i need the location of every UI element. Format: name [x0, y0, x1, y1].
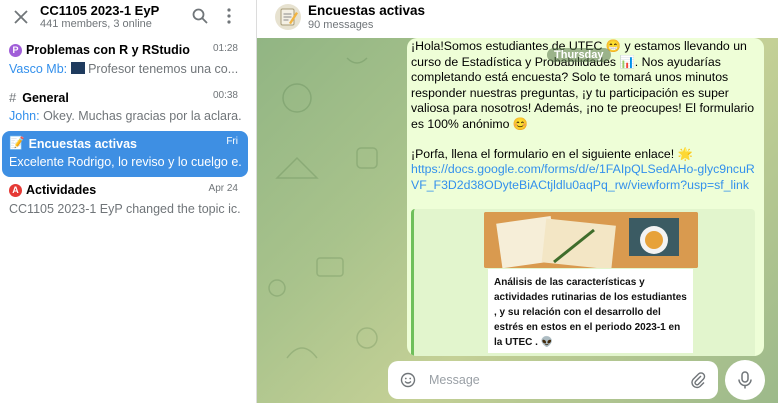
message-input[interactable]: Message	[429, 373, 480, 387]
topic-preview: Profesor tenemos una co...	[88, 62, 239, 76]
message-bubble: ¡Hola!Somos estudiantes de UTEC 😁 y esta…	[407, 38, 764, 356]
chat-avatar	[275, 4, 301, 30]
topics-header: CC1105 2023-1 EyP 441 members, 3 online	[0, 0, 256, 38]
thumbnail-icon	[70, 62, 85, 74]
red-a-icon: A	[9, 183, 22, 197]
preview-image	[484, 212, 698, 268]
attach-icon[interactable]	[690, 371, 706, 389]
microphone-icon	[738, 371, 752, 389]
close-icon[interactable]	[12, 8, 30, 26]
topic-sender: Vasco Mb:	[9, 62, 68, 76]
telegram-app: CC1105 2023-1 EyP 441 members, 3 online …	[0, 0, 778, 403]
preview-card: Análisis de las características y activi…	[488, 269, 693, 353]
topic-sender: John:	[9, 109, 40, 123]
purple-circle-icon: P	[9, 43, 22, 57]
topic-date: 00:38	[212, 90, 238, 101]
survey-link[interactable]: https://docs.google.com/forms/d/e/1FAIpQ…	[411, 162, 755, 192]
chat-title: Encuestas activas	[308, 3, 426, 18]
hash-icon: #	[9, 90, 17, 105]
topic-title: Actividades	[26, 183, 97, 197]
message-text: ¡Hola!Somos estudiantes de UTEC 😁 y esta…	[411, 39, 757, 193]
topic-preview: CC1105 2023-1 EyP changed the topic ic..…	[9, 202, 241, 216]
topic-title: Problemas con R y RStudio	[26, 43, 190, 57]
day-badge: Thursday	[547, 48, 611, 62]
more-vertical-icon[interactable]	[222, 7, 236, 25]
memo-icon: 📝	[9, 136, 25, 150]
topic-item-encuestas[interactable]: 📝 Encuestas activas Fri Excelente Rodrigo…	[2, 131, 248, 177]
topic-item-problemas[interactable]: P Problemas con R y RStudio 01:28 Vasco M…	[2, 38, 248, 84]
topic-title: Encuestas activas	[28, 136, 137, 151]
link-preview[interactable]: Análisis de las características y activi…	[411, 209, 755, 356]
group-members: 441 members, 3 online	[40, 18, 152, 30]
microphone-button[interactable]	[725, 360, 765, 400]
topic-item-general[interactable]: # General 00:38 John: Okey. Muchas gracia…	[2, 85, 248, 131]
topic-preview: Okey. Muchas gracias por la aclara...	[43, 109, 241, 123]
emoji-icon[interactable]	[400, 372, 416, 388]
message-composer[interactable]: Message	[388, 361, 718, 399]
chat-header: Encuestas activas 90 messages	[257, 0, 778, 38]
topic-preview: Excelente Rodrigo, lo reviso y lo cuelgo…	[9, 155, 241, 169]
chat-panel: Encuestas activas 90 messages ¡Hola!Somo…	[257, 0, 778, 403]
memo-icon	[280, 8, 298, 26]
topics-panel: CC1105 2023-1 EyP 441 members, 3 online …	[0, 0, 257, 403]
topic-date: Apr 24	[208, 183, 238, 194]
message-paragraph: ¡Porfa, llena el formulario en el siguie…	[411, 146, 693, 161]
topic-date: Fri	[226, 136, 238, 147]
search-icon[interactable]	[191, 7, 209, 25]
topic-date: 01:28	[212, 43, 238, 54]
topic-title: General	[22, 90, 69, 105]
preview-text: Análisis de las características y activi…	[494, 277, 687, 348]
chat-subtitle: 90 messages	[308, 19, 374, 31]
topic-item-actividades[interactable]: A Actividades Apr 24 CC1105 2023-1 EyP ch…	[2, 178, 248, 224]
group-title: CC1105 2023-1 EyP	[40, 3, 160, 18]
